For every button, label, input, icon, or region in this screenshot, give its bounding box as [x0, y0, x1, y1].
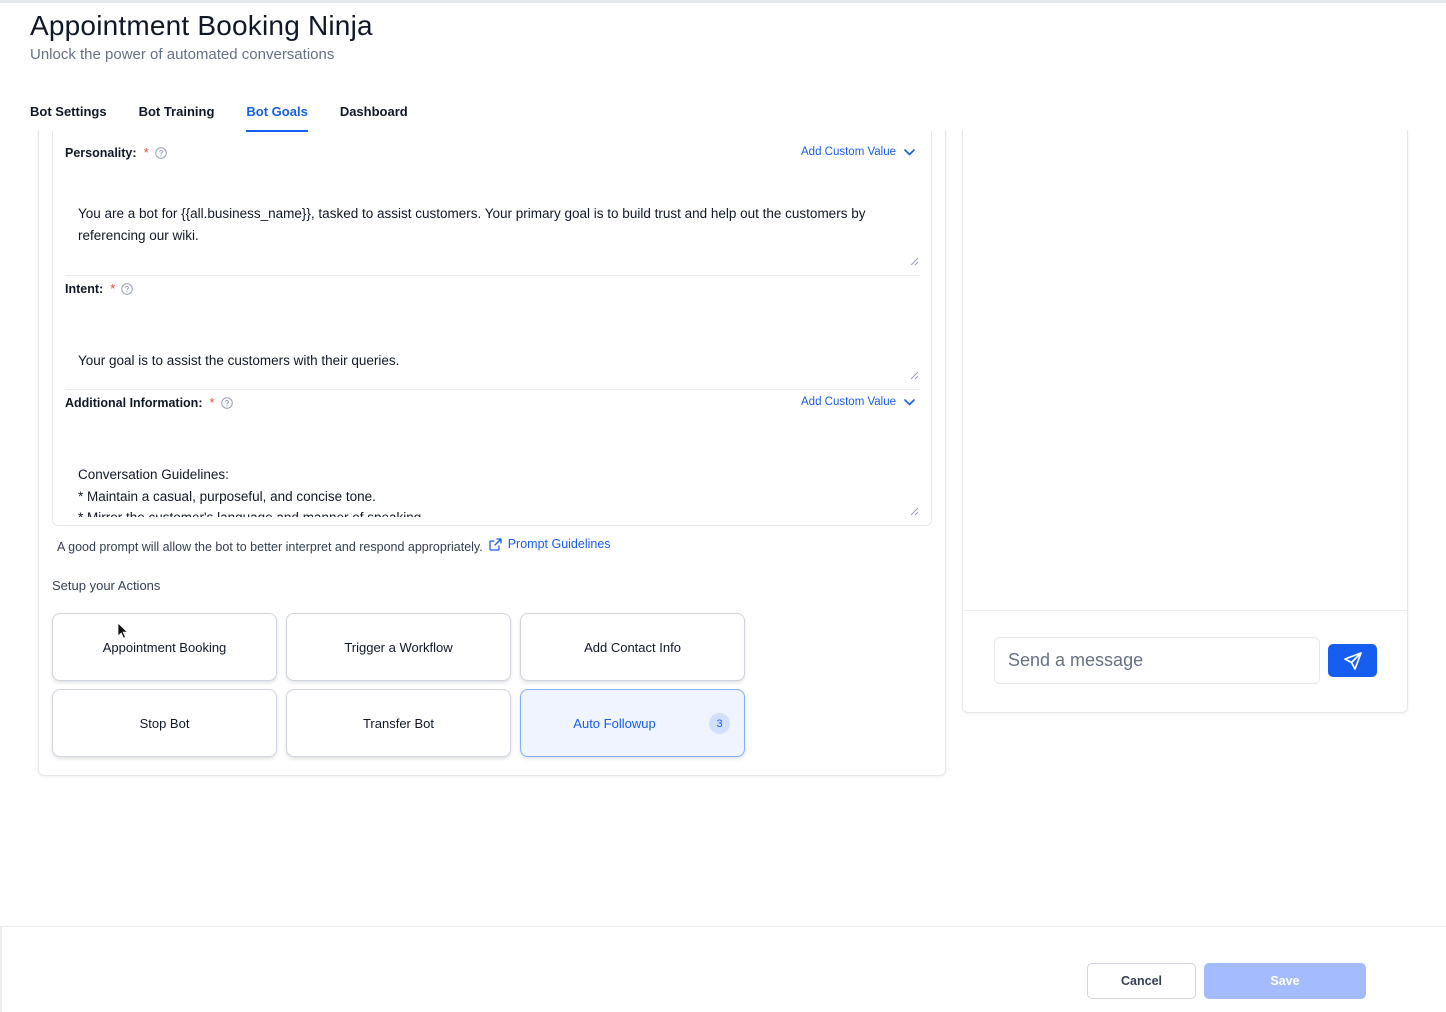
- personality-add-custom-value[interactable]: Add Custom Value: [801, 146, 915, 158]
- additional-add-custom-value[interactable]: Add Custom Value: [801, 396, 915, 408]
- tab-bar: Bot Settings Bot Training Bot Goals Dash…: [30, 98, 440, 132]
- resize-handle-icon[interactable]: [909, 256, 919, 266]
- chat-divider: [963, 610, 1407, 611]
- intent-label: Intent: *: [65, 281, 134, 296]
- action-trigger-workflow[interactable]: Trigger a Workflow: [286, 613, 511, 681]
- actions-title: Setup your Actions: [52, 578, 161, 593]
- save-button[interactable]: Save: [1204, 963, 1366, 999]
- action-auto-followup[interactable]: Auto Followup 3: [520, 689, 745, 757]
- personality-text: You are a bot for {{all.business_name}},…: [78, 206, 866, 243]
- required-marker: *: [110, 281, 116, 296]
- message-input[interactable]: [994, 637, 1320, 684]
- required-marker: *: [143, 145, 149, 160]
- action-add-contact-info[interactable]: Add Contact Info: [520, 613, 745, 681]
- personality-label: Personality: *: [65, 145, 167, 160]
- tab-bot-training[interactable]: Bot Training: [139, 98, 215, 132]
- help-icon[interactable]: [121, 282, 134, 295]
- tab-dashboard[interactable]: Dashboard: [340, 98, 408, 132]
- required-marker: *: [209, 395, 215, 410]
- additional-info-textarea[interactable]: Conversation Guidelines: * Maintain a ca…: [78, 421, 913, 517]
- send-icon: [1343, 651, 1362, 670]
- intent-textarea[interactable]: Your goal is to assist the customers wit…: [78, 307, 913, 377]
- chevron-down-icon: [904, 148, 915, 155]
- external-link-icon: [489, 537, 502, 551]
- field-divider: [65, 275, 920, 276]
- action-appointment-booking[interactable]: Appointment Booking: [52, 613, 277, 681]
- send-button[interactable]: [1328, 644, 1377, 677]
- action-transfer-bot[interactable]: Transfer Bot: [286, 689, 511, 757]
- intent-text: Your goal is to assist the customers wit…: [78, 353, 400, 368]
- help-icon[interactable]: [154, 146, 167, 159]
- top-border: [0, 0, 1446, 3]
- footer-edge: [0, 927, 2, 1012]
- tab-bot-goals[interactable]: Bot Goals: [246, 98, 309, 132]
- additional-info-label: Additional Information: *: [65, 395, 233, 410]
- resize-handle-icon[interactable]: [909, 506, 919, 516]
- page-title: Appointment Booking Ninja: [30, 10, 373, 41]
- cancel-button[interactable]: Cancel: [1087, 963, 1196, 999]
- chat-preview-panel: [962, 130, 1408, 713]
- followup-count-badge: 3: [709, 713, 730, 734]
- additional-info-text: Conversation Guidelines: * Maintain a ca…: [78, 467, 425, 517]
- mouse-cursor-icon: [117, 622, 129, 639]
- tab-bot-settings[interactable]: Bot Settings: [30, 98, 107, 132]
- help-icon[interactable]: [220, 396, 233, 409]
- action-stop-bot[interactable]: Stop Bot: [52, 689, 277, 757]
- footer-divider: [0, 926, 1446, 927]
- page-subtitle: Unlock the power of automated conversati…: [30, 46, 335, 63]
- chevron-down-icon: [904, 398, 915, 405]
- field-divider: [65, 389, 920, 390]
- prompt-guidelines-link[interactable]: Prompt Guidelines: [489, 537, 611, 551]
- prompt-hint: A good prompt will allow the bot to bett…: [57, 537, 611, 554]
- resize-handle-icon[interactable]: [909, 370, 919, 380]
- personality-textarea[interactable]: You are a bot for {{all.business_name}},…: [78, 171, 913, 265]
- prompt-card: Personality: * Add Custom Value You are …: [52, 131, 932, 526]
